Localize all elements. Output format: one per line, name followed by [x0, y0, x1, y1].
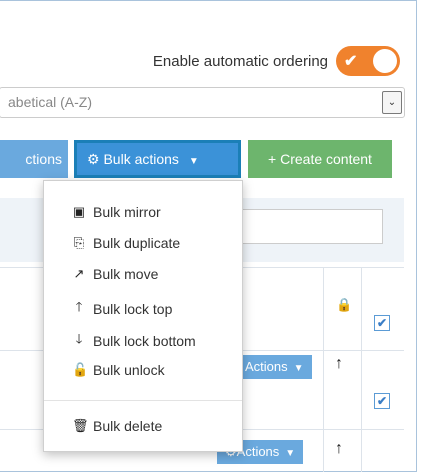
- create-content-button[interactable]: + Create content: [248, 140, 392, 178]
- arrow-up-icon: 🡑: [75, 299, 83, 314]
- external-link-icon: ↗: [73, 266, 85, 281]
- bulk-actions-menu: ▣ Bulk mirror ⎘ Bulk duplicate ↗ Bulk mo…: [43, 180, 243, 452]
- menu-item-label: Bulk lock bottom: [93, 333, 196, 349]
- arrow-up-icon[interactable]: ↑: [335, 440, 343, 458]
- lock-icon: 🔒: [336, 297, 353, 312]
- row-checkbox[interactable]: ✔: [374, 393, 390, 409]
- row-actions-label: Actions: [245, 359, 288, 374]
- row-actions-button[interactable]: Actions ▼: [237, 355, 312, 379]
- chevron-down-icon[interactable]: ⌄: [382, 91, 402, 114]
- copy-icon: ⎘: [73, 235, 85, 250]
- menu-item-bulk-move[interactable]: ↗ Bulk move: [72, 266, 159, 282]
- column-divider: [361, 267, 362, 472]
- actions-button-label: ctions: [25, 151, 62, 167]
- menu-item-bulk-mirror[interactable]: ▣ Bulk mirror: [72, 204, 161, 220]
- menu-item-label: Bulk mirror: [93, 204, 161, 220]
- arrow-up-icon[interactable]: ↑: [335, 355, 343, 373]
- bulk-actions-label: Bulk actions: [103, 151, 179, 167]
- caret-down-icon: ▼: [293, 363, 304, 374]
- menu-item-label: Bulk unlock: [93, 362, 165, 378]
- menu-item-label: Bulk delete: [93, 418, 163, 434]
- sort-order-value: abetical (A-Z): [8, 94, 93, 110]
- automatic-ordering-label: Enable automatic ordering: [152, 52, 328, 70]
- automatic-ordering-toggle[interactable]: ✔: [336, 46, 400, 76]
- create-content-label: Create content: [280, 151, 372, 167]
- bulk-actions-button[interactable]: ⚙ Bulk actions ▼: [74, 140, 241, 178]
- menu-item-label: Bulk duplicate: [93, 235, 181, 251]
- caret-down-icon: ▼: [285, 448, 296, 459]
- column-divider: [323, 267, 324, 472]
- menu-item-label: Bulk move: [93, 266, 159, 282]
- menu-divider: [44, 400, 242, 401]
- unlock-icon: 🔓: [72, 362, 89, 377]
- menu-item-bulk-lock-top[interactable]: 🡑 Bulk lock top: [72, 298, 173, 320]
- automatic-ordering-row: Enable automatic ordering ✔: [153, 46, 400, 76]
- row-actions-label: Actions: [236, 444, 280, 459]
- caret-down-icon: ▼: [188, 156, 199, 167]
- gears-icon: ⚙: [87, 151, 100, 167]
- menu-item-bulk-delete[interactable]: 🗑 Bulk delete: [72, 418, 162, 434]
- actions-button[interactable]: ctions: [0, 140, 68, 178]
- mirror-icon: ▣: [72, 204, 86, 219]
- arrow-down-icon: 🡓: [75, 331, 83, 346]
- menu-item-bulk-lock-bottom[interactable]: 🡓 Bulk lock bottom: [72, 330, 196, 352]
- sort-order-select[interactable]: abetical (A-Z) ⌄: [0, 87, 405, 118]
- menu-item-label: Bulk lock top: [93, 301, 173, 317]
- select-all-checkbox[interactable]: ✔: [374, 315, 390, 331]
- menu-item-bulk-unlock[interactable]: 🔓 Bulk unlock: [72, 362, 165, 378]
- check-icon: ✔: [344, 53, 358, 70]
- trash-icon: 🗑: [72, 418, 89, 433]
- toggle-knob: [373, 49, 397, 73]
- menu-item-bulk-duplicate[interactable]: ⎘ Bulk duplicate: [72, 235, 180, 251]
- content-panel: Enable automatic ordering ✔ abetical (A-…: [0, 0, 431, 472]
- plus-icon: +: [268, 151, 277, 167]
- search-input[interactable]: [220, 209, 383, 244]
